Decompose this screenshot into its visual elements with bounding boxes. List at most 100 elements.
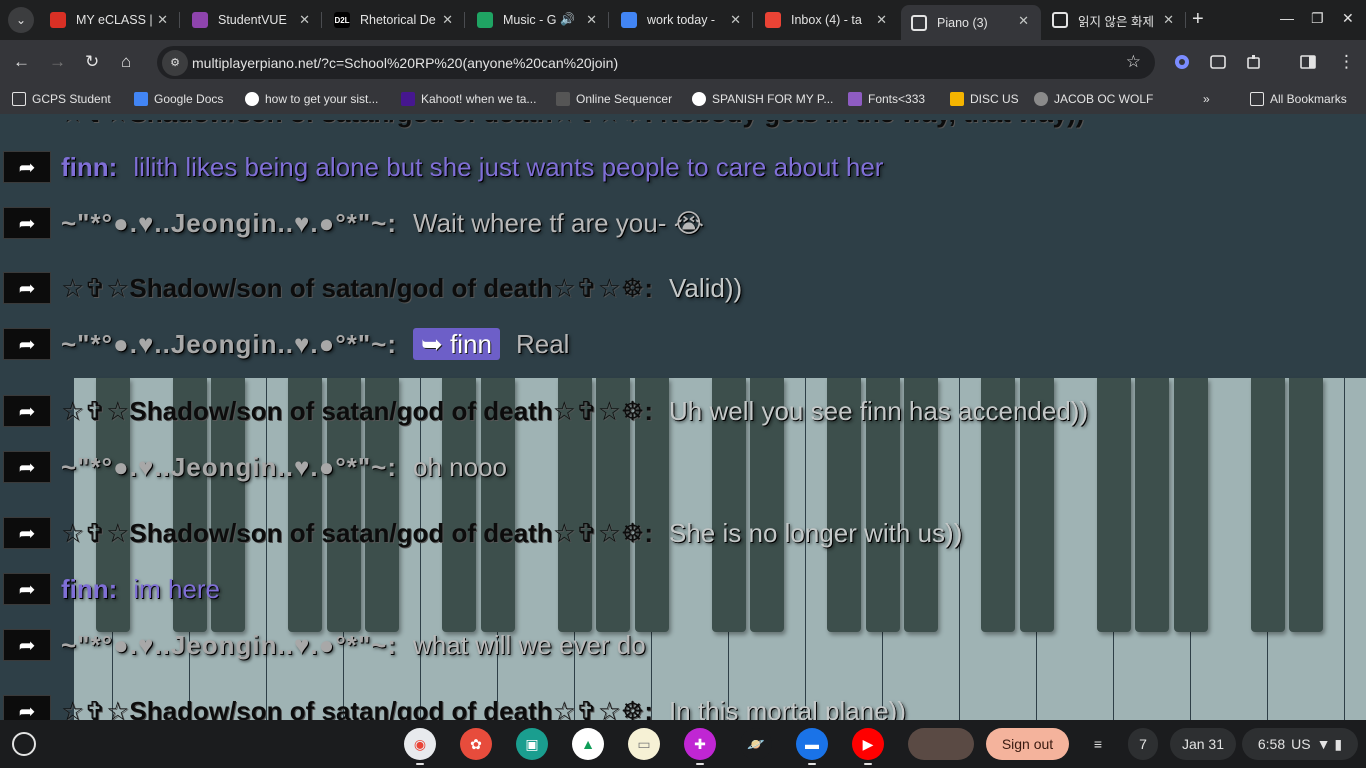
extension-puzzle-blue-icon[interactable]	[1173, 53, 1191, 71]
bookmark-0[interactable]: GCPS Student	[12, 92, 111, 106]
chat-text: what will we ever do	[413, 629, 646, 660]
avatar-pod[interactable]	[908, 728, 974, 760]
studentvue-icon	[192, 12, 208, 28]
close-tab-icon[interactable]: ✕	[442, 12, 453, 28]
reply-mention-badge[interactable]: ➥ finn	[413, 328, 500, 360]
close-tab-icon[interactable]: ✕	[299, 12, 310, 28]
reply-button[interactable]: ➦	[3, 328, 51, 360]
tab-4[interactable]: work today - ✕	[611, 0, 753, 40]
chat-nick[interactable]: ☆✞☆Shadow/son of satan/god of death☆✞☆☸:	[61, 518, 653, 549]
classroom-icon[interactable]: ▣	[516, 728, 548, 760]
url-text[interactable]: multiplayerpiano.net/?c=School%20RP%20(a…	[192, 55, 618, 71]
bookmark-5[interactable]: SPANISH FOR MY P...	[692, 92, 833, 106]
reply-button[interactable]: ➦	[3, 272, 51, 304]
chat-nick[interactable]: finn:	[61, 574, 117, 605]
side-panel-icon[interactable]	[1299, 53, 1317, 71]
close-tab-icon[interactable]: ✕	[730, 12, 741, 28]
tab-5[interactable]: Inbox (4) - ta ✕	[755, 0, 899, 40]
site-info-button[interactable]: ⚙	[162, 49, 188, 76]
chat-nick[interactable]: ☆✞☆Shadow/son of satan/god of death☆✞☆☸:	[61, 273, 653, 304]
reply-button[interactable]: ➦	[3, 629, 51, 661]
close-tab-icon[interactable]: ✕	[1018, 13, 1029, 29]
bookmark-6[interactable]: Fonts<333	[848, 92, 925, 106]
tab-2[interactable]: D2L Rhetorical De ✕	[324, 0, 465, 40]
bookmark-2[interactable]: how to get your sist...	[245, 92, 378, 106]
new-tab-button[interactable]: +	[1192, 9, 1204, 29]
tab-3[interactable]: Music - G 🔊 ✕	[467, 0, 609, 40]
saturn-icon[interactable]: 🪐	[740, 728, 772, 760]
home-button[interactable]: ⌂	[121, 52, 131, 72]
reload-button[interactable]: ↻	[85, 52, 99, 72]
close-window-button[interactable]: ✕	[1342, 10, 1354, 27]
reply-button[interactable]: ➦	[3, 395, 51, 427]
close-tab-icon[interactable]: ✕	[876, 12, 887, 28]
close-tab-icon[interactable]: ✕	[157, 12, 168, 28]
piano-page: ☆✞☆Shadow/son of satan/god of death☆✞☆☸:…	[0, 120, 1366, 720]
bookmark-3[interactable]: Kahoot! when we ta...	[401, 92, 536, 106]
reply-button[interactable]: ➦	[3, 517, 51, 549]
notification-badge[interactable]: 7	[1128, 728, 1158, 760]
forward-button[interactable]: →	[49, 52, 66, 72]
back-button[interactable]: ←	[13, 52, 30, 72]
chat-nick[interactable]: ~"*°●.♥..Jeongin..♥.●°*"~:	[61, 630, 397, 661]
tote-button[interactable]: ≡	[1083, 728, 1113, 760]
more-bookmarks-button[interactable]: »	[1203, 92, 1210, 106]
reply-button[interactable]: ➦	[3, 451, 51, 483]
screencast-icon[interactable]: ✚	[684, 728, 716, 760]
chat-message: ➦ ☆✞☆Shadow/son of satan/god of death☆✞☆☸…	[0, 395, 1088, 427]
reply-button[interactable]: ➦	[3, 151, 51, 183]
chat-nick[interactable]: ~"*°●.♥..Jeongin..♥.●°*"~:	[61, 452, 397, 483]
bookmark-star-icon[interactable]: ☆	[1126, 52, 1141, 72]
tab-search-button[interactable]: ⌄	[8, 7, 34, 33]
tab-title: Inbox (4) - ta	[791, 13, 862, 27]
tab-strip: ⌄ MY eCLASS | ✕ StudentVUE ✕ D2L Rhetorical D…	[0, 0, 1366, 40]
tab-1[interactable]: StudentVUE ✕	[182, 0, 322, 40]
chat-nick[interactable]: ☆✞☆Shadow/son of satan/god of death☆✞☆☸:	[61, 396, 653, 427]
tab-title: Rhetorical De	[360, 13, 436, 27]
chat-nick[interactable]: ~"*°●.♥..Jeongin..♥.●°*"~:	[61, 208, 397, 239]
tab-7[interactable]: 읽지 않은 화제 ✕	[1042, 0, 1186, 40]
minimize-button[interactable]: —	[1280, 10, 1294, 26]
system-tray[interactable]: 6:58 US ▼ ▮	[1242, 728, 1358, 760]
maximize-button[interactable]: ❐	[1311, 10, 1324, 27]
drive-icon[interactable]: ▲	[572, 728, 604, 760]
chat-message: ➦ ☆✞☆Shadow/son of satan/god of death☆✞☆☸…	[0, 695, 906, 720]
youtube-icon[interactable]: ▶	[852, 728, 884, 760]
audio-playing-icon[interactable]: 🔊	[560, 12, 575, 26]
address-bar[interactable]: ⚙ multiplayerpiano.net/?c=School%20RP%20…	[157, 46, 1155, 79]
keep-icon[interactable]: ▭	[628, 728, 660, 760]
chat-nick[interactable]: ~"*°●.♥..Jeongin..♥.●°*"~:	[61, 329, 397, 360]
bookmark-1[interactable]: Google Docs	[134, 92, 223, 106]
chat-text: im here	[133, 573, 221, 604]
chrome-icon[interactable]: ◉	[404, 728, 436, 760]
tab-6[interactable]: Piano (3) ✕	[901, 5, 1041, 40]
reply-arrow-icon: ➦	[18, 578, 36, 601]
battery-icon: ▮	[1334, 735, 1343, 752]
bookmark-8[interactable]: JACOB OC WOLF	[1034, 92, 1153, 106]
reply-button[interactable]: ➦	[3, 695, 51, 720]
reply-button[interactable]: ➦	[3, 207, 51, 239]
date-pill[interactable]: Jan 31	[1170, 728, 1236, 760]
reply-button[interactable]: ➦	[3, 573, 51, 605]
bookmark-7[interactable]: DISC US	[950, 92, 1019, 106]
close-tab-icon[interactable]: ✕	[586, 12, 597, 28]
extensions-icon[interactable]	[1245, 53, 1263, 71]
canvas-icon[interactable]: ✿	[460, 728, 492, 760]
chat-nick[interactable]: finn:	[61, 152, 117, 183]
bookmark-label: how to get your sist...	[265, 92, 379, 106]
back-arrow-icon: ←	[13, 52, 30, 71]
piano-icon	[911, 14, 927, 31]
sign-out-button[interactable]: Sign out	[986, 728, 1069, 760]
cast-icon[interactable]	[1209, 53, 1227, 71]
files-icon[interactable]: ▬	[796, 728, 828, 760]
close-tab-icon[interactable]: ✕	[1163, 12, 1174, 28]
chat-nick[interactable]: ☆✞☆Shadow/son of satan/god of death☆✞☆☸:	[61, 696, 653, 721]
launcher-icon[interactable]	[12, 732, 36, 756]
chat-text: lilith likes being alone but she just wa…	[133, 151, 884, 182]
tab-0[interactable]: MY eCLASS | ✕	[40, 0, 180, 40]
bookmark-4[interactable]: Online Sequencer	[556, 92, 672, 106]
chat-text: Valid))	[669, 272, 743, 303]
menu-button[interactable]: ⋮	[1338, 52, 1355, 72]
tab-title: work today -	[647, 13, 716, 27]
all-bookmarks-button[interactable]: All Bookmarks	[1250, 92, 1347, 106]
